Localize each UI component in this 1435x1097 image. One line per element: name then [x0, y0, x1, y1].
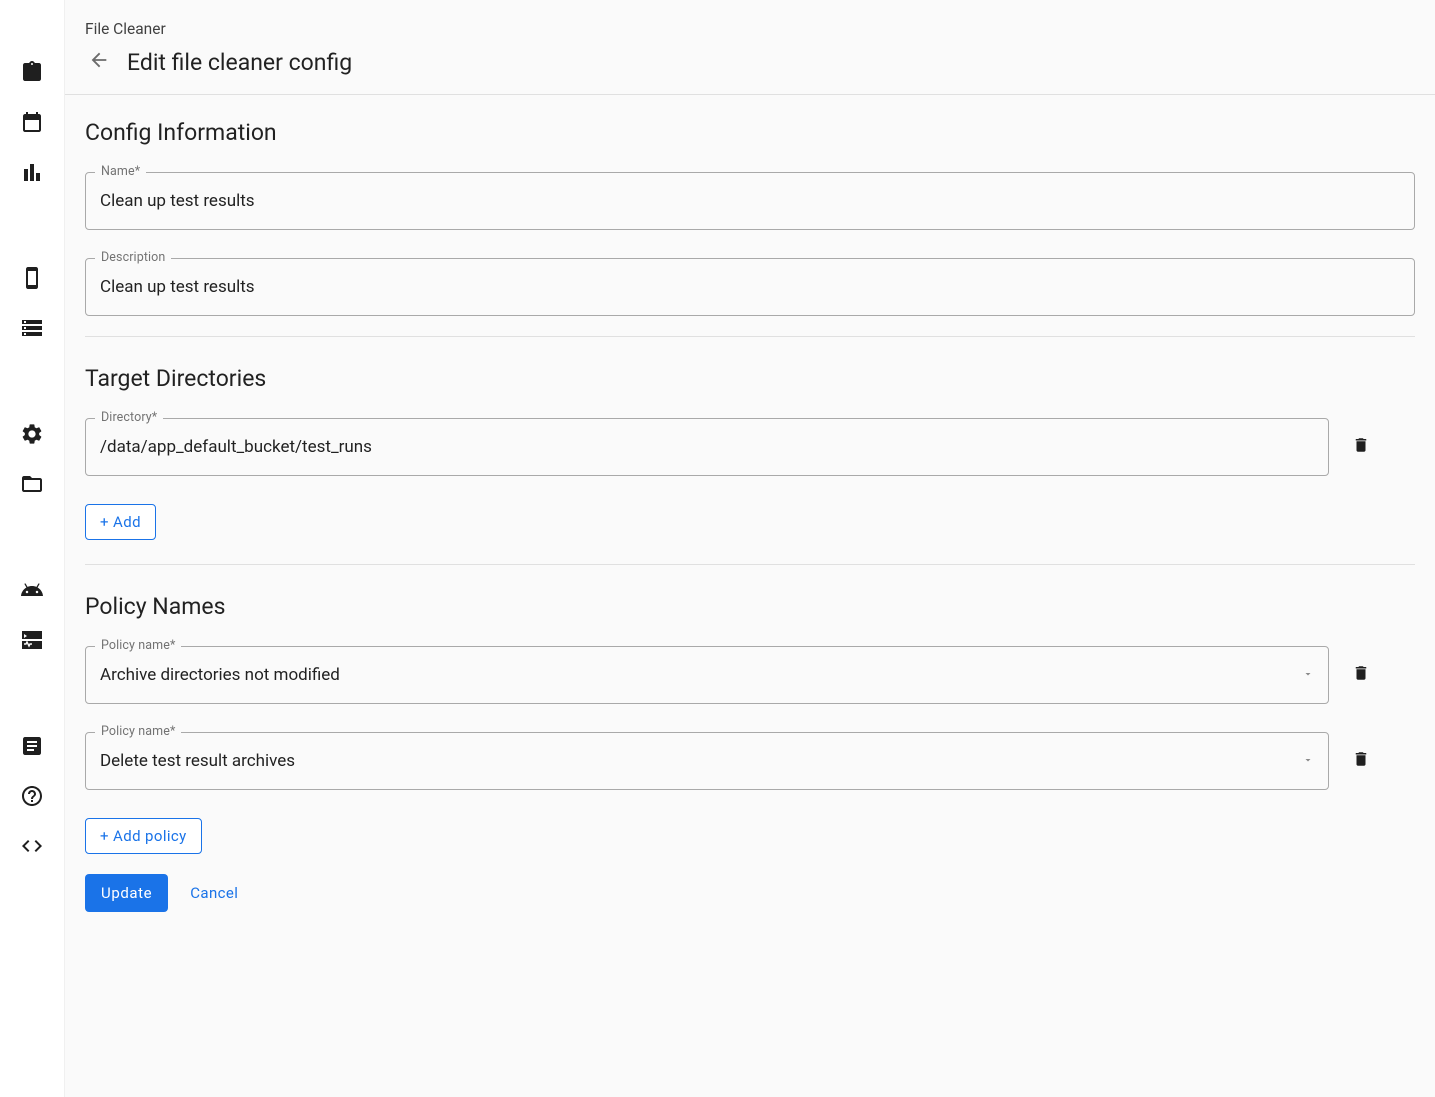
- chevron-down-icon: [1302, 751, 1314, 771]
- sidebar: [0, 0, 65, 1097]
- code-icon: [20, 834, 44, 862]
- phone-icon: [20, 266, 44, 294]
- policy-select-value: Delete test result archives: [100, 751, 295, 771]
- name-field: Name*: [85, 172, 1415, 230]
- sidebar-item-android[interactable]: [10, 578, 54, 606]
- action-row: Update Cancel: [65, 864, 1435, 942]
- config-info-section: Config Information Name* Description: [65, 95, 1435, 336]
- delete-policy-button-1[interactable]: [1347, 747, 1375, 775]
- sidebar-item-settings[interactable]: [10, 422, 54, 450]
- policy-label: Policy name*: [95, 724, 181, 739]
- sidebar-item-chart[interactable]: [10, 160, 54, 188]
- policy-field-0: Policy name* Archive directories not mod…: [85, 646, 1329, 704]
- arrow-left-icon: [88, 49, 110, 75]
- back-button[interactable]: [85, 48, 113, 76]
- directory-input[interactable]: [100, 437, 1314, 457]
- description-input[interactable]: [100, 277, 1400, 297]
- policy-names-title: Policy Names: [85, 593, 1415, 620]
- directory-row: Directory*: [85, 418, 1415, 476]
- sidebar-item-storage[interactable]: [10, 316, 54, 344]
- policy-names-section: Policy Names Policy name* Archive direct…: [65, 565, 1435, 864]
- article-icon: [20, 734, 44, 762]
- chevron-down-icon: [1302, 665, 1314, 685]
- update-button[interactable]: Update: [85, 874, 168, 912]
- clipboard-icon: [20, 60, 44, 88]
- description-field: Description: [85, 258, 1415, 316]
- folder-icon: [20, 472, 44, 500]
- add-policy-button[interactable]: + Add policy: [85, 818, 202, 854]
- description-label: Description: [95, 250, 171, 265]
- main-content: File Cleaner Edit file cleaner config Co…: [65, 0, 1435, 1097]
- policy-select-0[interactable]: Archive directories not modified: [85, 646, 1329, 704]
- policy-select-value: Archive directories not modified: [100, 665, 340, 685]
- sidebar-item-activity[interactable]: [10, 628, 54, 656]
- gear-icon: [20, 422, 44, 450]
- delete-policy-button-0[interactable]: [1347, 661, 1375, 689]
- policy-row: Policy name* Archive directories not mod…: [85, 646, 1415, 704]
- bar-chart-icon: [20, 160, 44, 188]
- name-label: Name*: [95, 164, 146, 179]
- policy-row: Policy name* Delete test result archives: [85, 732, 1415, 790]
- breadcrumb: File Cleaner: [85, 20, 1415, 38]
- directory-label: Directory*: [95, 410, 163, 425]
- sidebar-item-help[interactable]: [10, 784, 54, 812]
- add-directory-button[interactable]: + Add: [85, 504, 156, 540]
- sidebar-item-code[interactable]: [10, 834, 54, 862]
- policy-field-1: Policy name* Delete test result archives: [85, 732, 1329, 790]
- cancel-button[interactable]: Cancel: [184, 874, 244, 912]
- sidebar-item-phone[interactable]: [10, 266, 54, 294]
- help-icon: [20, 784, 44, 812]
- android-icon: [20, 578, 44, 606]
- sidebar-item-folder[interactable]: [10, 472, 54, 500]
- policy-select-1[interactable]: Delete test result archives: [85, 732, 1329, 790]
- trash-icon: [1352, 436, 1370, 458]
- sidebar-item-calendar[interactable]: [10, 110, 54, 138]
- delete-directory-button[interactable]: [1347, 433, 1375, 461]
- config-info-title: Config Information: [85, 119, 1415, 146]
- calendar-icon: [20, 110, 44, 138]
- sidebar-item-clipboard[interactable]: [10, 60, 54, 88]
- trash-icon: [1352, 750, 1370, 772]
- policy-label: Policy name*: [95, 638, 181, 653]
- directory-field: Directory*: [85, 418, 1329, 476]
- storage-icon: [20, 316, 44, 344]
- page-title: Edit file cleaner config: [127, 49, 352, 76]
- trash-icon: [1352, 664, 1370, 686]
- target-directories-title: Target Directories: [85, 365, 1415, 392]
- name-input[interactable]: [100, 191, 1400, 211]
- target-directories-section: Target Directories Directory* + Add: [65, 337, 1435, 550]
- sidebar-item-article[interactable]: [10, 734, 54, 762]
- activity-icon: [20, 628, 44, 656]
